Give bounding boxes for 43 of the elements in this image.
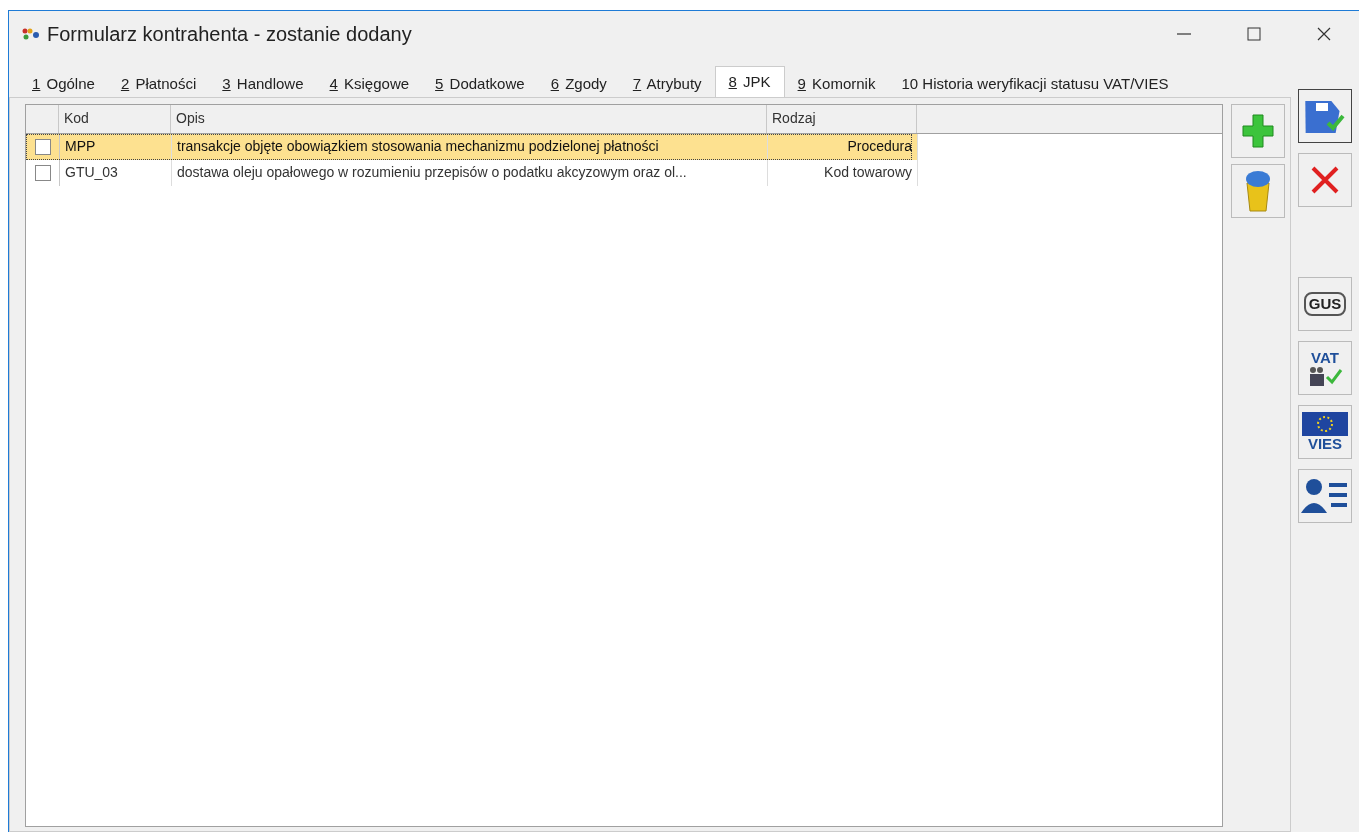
person-list-icon <box>1301 477 1349 515</box>
tab[interactable]: 9 Komornik <box>784 69 889 97</box>
tab[interactable]: 3 Handlowe <box>209 69 317 97</box>
close-icon <box>1317 27 1331 41</box>
tab[interactable]: 2 Płatności <box>107 69 210 97</box>
column-header[interactable]: Rodzaj <box>767 105 917 133</box>
tab[interactable]: 7 Atrybuty <box>619 69 715 97</box>
tab[interactable]: 6 Zgody <box>537 69 620 97</box>
trash-bin-icon <box>1243 169 1273 213</box>
plus-icon <box>1242 113 1274 149</box>
table-cell: GTU_03 <box>60 160 172 186</box>
people-check-icon <box>1307 366 1343 386</box>
add-button[interactable] <box>1231 104 1285 158</box>
cancel-button[interactable] <box>1298 153 1352 207</box>
column-header[interactable]: Opis <box>171 105 767 133</box>
maximize-icon <box>1247 27 1261 41</box>
checkbox[interactable] <box>34 165 51 181</box>
tab[interactable]: 5 Dodatkowe <box>422 69 538 97</box>
minimize-icon <box>1177 33 1191 35</box>
app-icon <box>21 27 41 41</box>
tab[interactable]: 4 Księgowe <box>316 69 423 97</box>
table-cell: Procedura <box>768 134 918 160</box>
checkbox[interactable] <box>34 139 51 155</box>
contact-card-button[interactable] <box>1298 469 1352 523</box>
cross-icon <box>1310 165 1340 195</box>
table-cell: Kod towarowy <box>768 160 918 186</box>
tab[interactable]: 8 JPK <box>714 66 785 97</box>
vat-button[interactable]: VAT <box>1298 341 1352 395</box>
delete-button[interactable] <box>1231 164 1285 218</box>
tab[interactable]: 10 Historia weryfikacji statusu VAT/VIES <box>888 69 1182 97</box>
icon-label: VIES <box>1307 436 1343 452</box>
table-cell: MPP <box>60 134 172 160</box>
icon-label: VAT <box>1311 350 1339 366</box>
vies-button[interactable]: VIES <box>1298 405 1352 459</box>
gus-button[interactable]: GUS <box>1298 277 1352 331</box>
tab[interactable]: 1 Ogólne <box>19 69 108 97</box>
table-cell: dostawa oleju opałowego w rozumieniu przepisów o podatku akcyzowym oraz ol... <box>172 160 768 186</box>
column-header[interactable]: Kod <box>59 105 171 133</box>
save-button[interactable] <box>1298 89 1352 143</box>
icon-label: GUS <box>1303 292 1347 316</box>
eu-flag-icon <box>1302 412 1348 436</box>
window-title: Formularz kontrahenta - zostanie dodany <box>47 22 413 46</box>
table-cell: transakcje objęte obowiązkiem stosowania mechanizmu podzielonej płatności <box>172 134 768 160</box>
